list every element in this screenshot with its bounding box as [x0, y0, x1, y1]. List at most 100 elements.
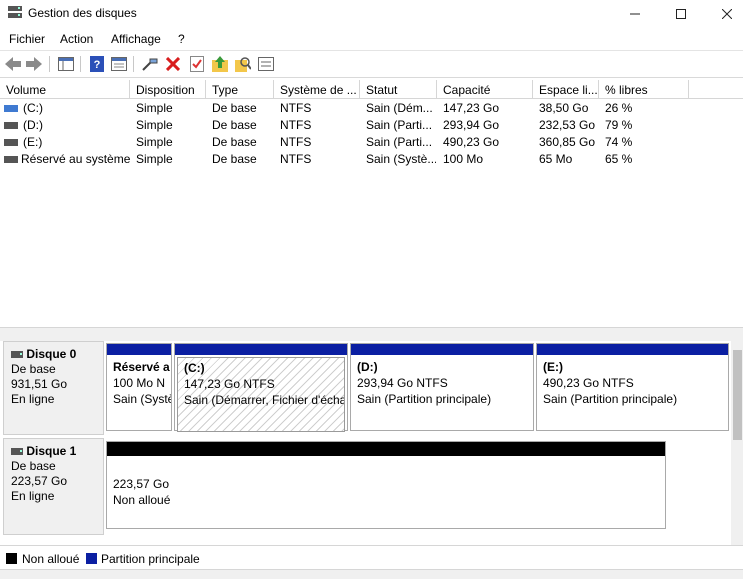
- table-row[interactable]: (E:) Simple De base NTFS Sain (Parti... …: [0, 135, 689, 152]
- disk-state: En ligne: [11, 392, 55, 406]
- legend-bar: Non alloué Partition principale: [0, 545, 743, 569]
- capacity-cell: 147,23 Go: [443, 101, 500, 115]
- partition-reserved[interactable]: Réservé a 100 Mo N Sain (Systè: [106, 343, 172, 431]
- pane-splitter[interactable]: [0, 327, 743, 341]
- free-space-cell: 65 Mo: [539, 152, 573, 166]
- column-header-free-space[interactable]: Espace li...: [533, 80, 599, 99]
- toolbar-separator: [80, 56, 81, 72]
- partition-size: 100 Mo N: [113, 376, 166, 390]
- table-row[interactable]: Réservé au système Simple De base NTFS S…: [0, 152, 689, 169]
- partition-status: Non alloué: [113, 493, 171, 507]
- status-cell: Sain (Parti...: [366, 118, 433, 132]
- menu-help[interactable]: ?: [178, 32, 185, 46]
- settings-button[interactable]: [257, 55, 275, 73]
- volume-drive-icon: [4, 105, 18, 113]
- disk-kind: De base: [11, 459, 56, 473]
- free-space-cell: 360,85 Go: [539, 135, 596, 149]
- capacity-cell: 100 Mo: [443, 152, 484, 166]
- help-button[interactable]: ?: [88, 55, 106, 73]
- toolbar: ?: [0, 50, 743, 78]
- partition-c[interactable]: (C:) 147,23 Go NTFS Sain (Démarrer, Fich…: [174, 343, 348, 432]
- partition-header-bar: [351, 344, 533, 355]
- properties-button[interactable]: [110, 55, 128, 73]
- menu-bar: Fichier Action Affichage ?: [0, 29, 743, 49]
- up-level-button[interactable]: [211, 55, 229, 73]
- volume-drive-icon: [4, 139, 18, 147]
- minimize-button[interactable]: [612, 0, 658, 27]
- disk-management-app-icon: [8, 6, 22, 18]
- partition-name: (C:): [184, 361, 205, 375]
- column-header-capacity[interactable]: Capacité: [437, 80, 533, 99]
- disk-graphical-view: Disque 0 De base 931,51 Go En ligne Rése…: [0, 341, 743, 545]
- partition-size: 490,23 Go NTFS: [543, 376, 634, 390]
- search-button[interactable]: [234, 55, 252, 73]
- volume-name-cell: Réservé au système: [4, 152, 130, 169]
- volume-name-cell: (E:): [4, 135, 128, 152]
- title-bar: Gestion des disques: [0, 0, 743, 27]
- partition-name: Réservé a: [113, 360, 170, 374]
- delete-button[interactable]: [164, 55, 182, 73]
- connect-button[interactable]: [141, 55, 159, 73]
- volume-drive-icon: [4, 156, 18, 164]
- filesystem-cell: NTFS: [280, 101, 312, 115]
- properties-icon: [111, 57, 127, 71]
- partition-d[interactable]: (D:) 293,94 Go NTFS Sain (Partition prin…: [350, 343, 534, 431]
- partition-unallocated[interactable]: 223,57 Go Non alloué: [106, 441, 666, 529]
- legend-swatch-primary: [86, 553, 97, 564]
- column-header-status[interactable]: Statut: [360, 80, 437, 99]
- toolbar-separator: [49, 56, 50, 72]
- partition-header-bar: [107, 442, 665, 456]
- table-row[interactable]: (D:) Simple De base NTFS Sain (Parti... …: [0, 118, 689, 135]
- type-cell: De base: [212, 118, 257, 132]
- search-icon: [235, 57, 251, 72]
- column-header-disposition[interactable]: Disposition: [130, 80, 206, 99]
- partition-body: (D:) 293,94 Go NTFS Sain (Partition prin…: [351, 355, 533, 407]
- disk-icon: [11, 448, 23, 455]
- close-icon: [722, 8, 732, 19]
- disk-size: 931,51 Go: [11, 377, 68, 391]
- partition-name: (E:): [543, 360, 563, 374]
- check-icon: [190, 56, 204, 72]
- legend-label-primary: Partition principale: [101, 552, 200, 566]
- disk-size: 223,57 Go: [11, 474, 68, 488]
- window-title: Gestion des disques: [28, 6, 137, 20]
- scrollbar-thumb[interactable]: [733, 350, 742, 440]
- layout-cell: Simple: [136, 101, 173, 115]
- forward-button[interactable]: [25, 55, 43, 73]
- disk-1-label[interactable]: Disque 1 De base 223,57 Go En ligne: [3, 438, 104, 535]
- column-header-volume[interactable]: Volume: [0, 80, 130, 99]
- forward-arrow-icon: [26, 57, 42, 71]
- legend-swatch-unallocated: [6, 553, 17, 564]
- free-space-cell: 38,50 Go: [539, 101, 589, 115]
- disk-0-label[interactable]: Disque 0 De base 931,51 Go En ligne: [3, 341, 104, 435]
- menu-fichier[interactable]: Fichier: [9, 32, 45, 46]
- partition-size: 223,57 Go: [113, 477, 170, 491]
- status-cell: Sain (Parti...: [366, 135, 433, 149]
- column-header-filler: [689, 80, 743, 99]
- partition-header-bar: [175, 344, 347, 355]
- console-tree-button[interactable]: [57, 55, 75, 73]
- menu-action[interactable]: Action: [60, 32, 93, 46]
- percent-free-cell: 26 %: [605, 101, 633, 115]
- partition-size: 293,94 Go NTFS: [357, 376, 448, 390]
- connect-icon: [142, 58, 158, 71]
- table-row[interactable]: (C:) Simple De base NTFS Sain (Dém... 14…: [0, 101, 689, 118]
- column-header-type[interactable]: Type: [206, 80, 274, 99]
- column-header-filesystem[interactable]: Système de ...: [274, 80, 360, 99]
- column-header-percent-free[interactable]: % libres: [599, 80, 689, 99]
- type-cell: De base: [212, 152, 257, 166]
- partition-status: Sain (Partition principale): [357, 392, 492, 406]
- menu-affichage[interactable]: Affichage: [111, 32, 161, 46]
- svg-text:?: ?: [94, 59, 101, 71]
- status-bar: [0, 569, 743, 579]
- partition-status: Sain (Systè: [113, 392, 171, 406]
- volume-name: (C:): [23, 101, 43, 115]
- close-button[interactable]: [704, 0, 743, 27]
- volume-name: Réservé au système: [21, 152, 130, 166]
- back-button[interactable]: [4, 55, 22, 73]
- partition-e[interactable]: (E:) 490,23 Go NTFS Sain (Partition prin…: [536, 343, 729, 431]
- maximize-button[interactable]: [658, 0, 704, 27]
- percent-free-cell: 74 %: [605, 135, 633, 149]
- check-button[interactable]: [188, 55, 206, 73]
- volume-name: (D:): [23, 118, 43, 132]
